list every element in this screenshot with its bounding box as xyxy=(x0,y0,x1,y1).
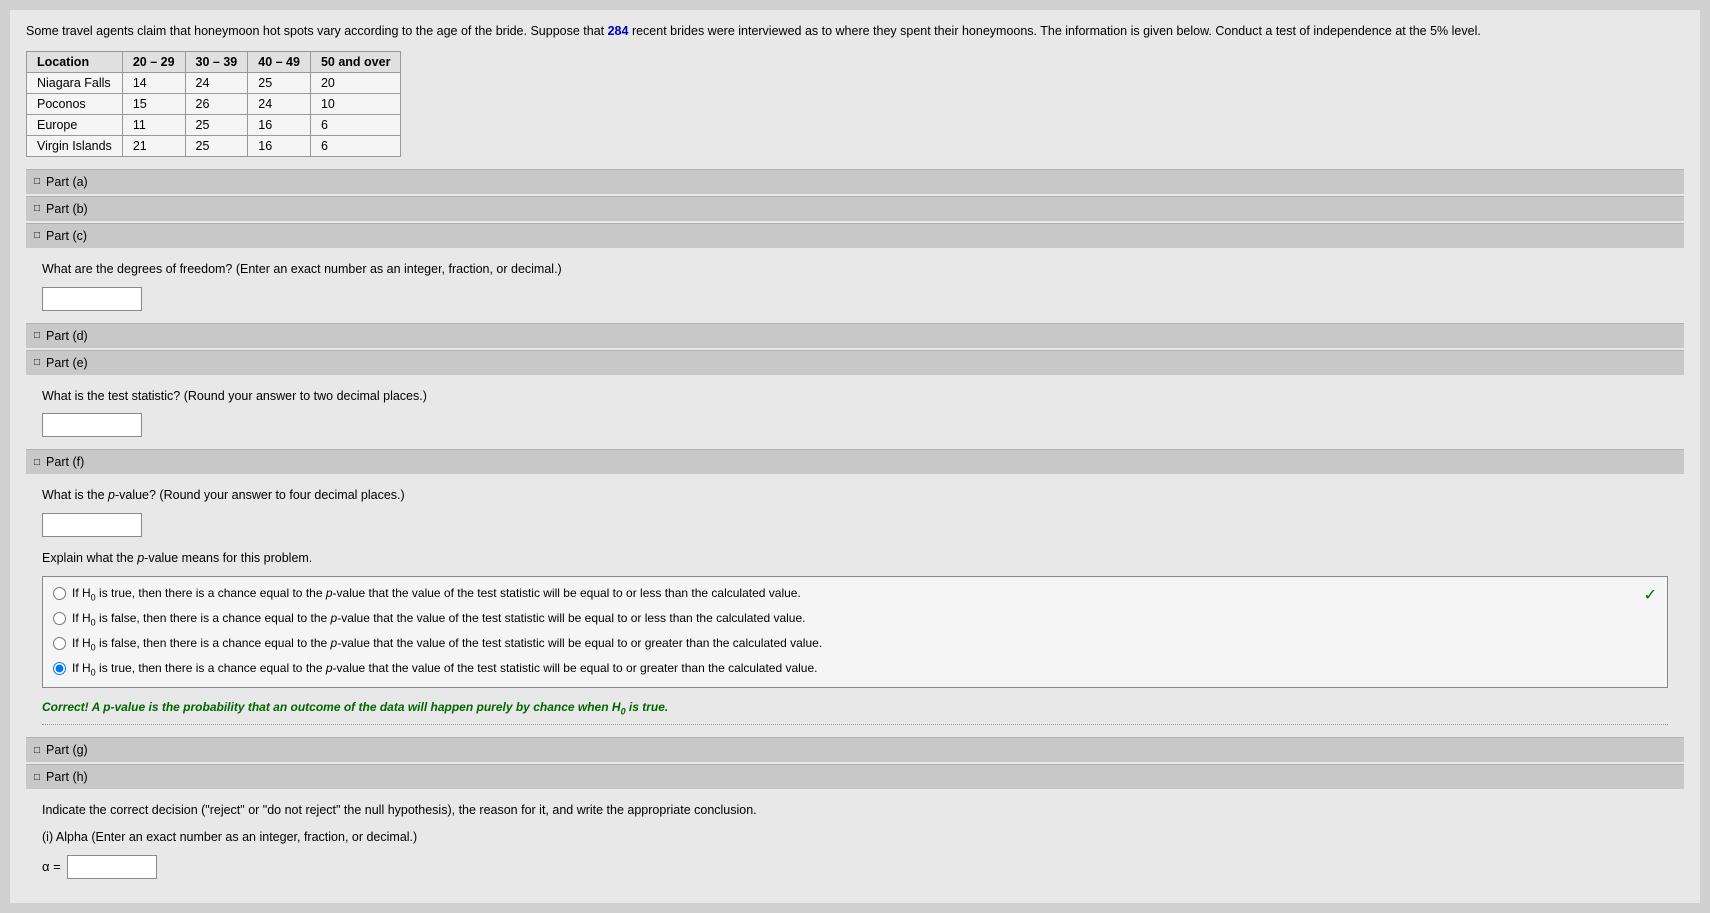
part-h-label: Part (h) xyxy=(46,770,88,784)
radio-label-3: If H0 is false, then there is a chance e… xyxy=(72,635,822,654)
radio-input-1[interactable] xyxy=(53,587,66,600)
table-cell-1-1: 15 xyxy=(122,93,185,114)
part-f-label: Part (f) xyxy=(46,455,84,469)
correct-feedback: Correct! A p-value is the probability th… xyxy=(42,696,1668,725)
part-e-question: What is the test statistic? (Round your … xyxy=(42,387,1668,406)
part-c-question: What are the degrees of freedom? (Enter … xyxy=(42,260,1668,279)
table-cell-1-0: Poconos xyxy=(27,93,123,114)
part-g-label: Part (g) xyxy=(46,743,88,757)
pvalue-italic2: p xyxy=(137,551,144,565)
table-cell-1-4: 10 xyxy=(310,93,400,114)
pvalue-input[interactable] xyxy=(42,513,142,537)
table-row: Niagara Falls14242520 xyxy=(27,72,401,93)
part-h-question: Indicate the correct decision ("reject" … xyxy=(42,801,1668,820)
part-c-label: Part (c) xyxy=(46,229,87,243)
col-header-50-over: 50 and over xyxy=(310,51,400,72)
part-f-question: What is the p-value? (Round your answer … xyxy=(42,486,1668,505)
table-cell-2-4: 6 xyxy=(310,114,400,135)
part-h-arrow: □ xyxy=(34,772,40,783)
radio-label-4: If H0 is true, then there is a chance eq… xyxy=(72,660,817,679)
radio-label-2: If H0 is false, then there is a chance e… xyxy=(72,610,805,629)
part-f-content: What is the p-value? (Round your answer … xyxy=(26,476,1684,737)
radio-option-2: If H0 is false, then there is a chance e… xyxy=(53,610,1657,629)
radio-input-2[interactable] xyxy=(53,612,66,625)
radio-group: ✓ If H0 is true, then there is a chance … xyxy=(42,576,1668,688)
table-cell-2-2: 25 xyxy=(185,114,248,135)
table-cell-3-0: Virgin Islands xyxy=(27,135,123,156)
alpha-label: α = xyxy=(42,859,61,874)
table-cell-2-1: 11 xyxy=(122,114,185,135)
table-cell-1-2: 26 xyxy=(185,93,248,114)
intro-before: Some travel agents claim that honeymoon … xyxy=(26,24,608,38)
part-f-sub-question: Explain what the p-value means for this … xyxy=(42,549,1668,568)
pvalue-italic: p xyxy=(108,488,115,502)
part-g-arrow: □ xyxy=(34,745,40,756)
part-d-arrow: □ xyxy=(34,330,40,341)
test-statistic-input[interactable] xyxy=(42,413,142,437)
table-cell-0-1: 14 xyxy=(122,72,185,93)
table-cell-3-1: 21 xyxy=(122,135,185,156)
part-g-section[interactable]: □ Part (g) xyxy=(26,737,1684,762)
degrees-of-freedom-input[interactable] xyxy=(42,287,142,311)
table-cell-1-3: 24 xyxy=(248,93,311,114)
radio-option-1: If H0 is true, then there is a chance eq… xyxy=(53,585,1644,604)
part-f-section[interactable]: □ Part (f) xyxy=(26,449,1684,474)
table-cell-0-4: 20 xyxy=(310,72,400,93)
part-b-section[interactable]: □ Part (b) xyxy=(26,196,1684,221)
part-c-section[interactable]: □ Part (c) xyxy=(26,223,1684,248)
part-h-section[interactable]: □ Part (h) xyxy=(26,764,1684,789)
main-container: Some travel agents claim that honeymoon … xyxy=(10,10,1700,903)
table-cell-3-2: 25 xyxy=(185,135,248,156)
part-e-arrow: □ xyxy=(34,357,40,368)
part-b-arrow: □ xyxy=(34,203,40,214)
part-h-content: Indicate the correct decision ("reject" … xyxy=(26,791,1684,891)
table-row: Europe1125166 xyxy=(27,114,401,135)
table-row: Virgin Islands2125166 xyxy=(27,135,401,156)
part-d-section[interactable]: □ Part (d) xyxy=(26,323,1684,348)
part-d-label: Part (d) xyxy=(46,329,88,343)
col-header-20-29: 20 – 29 xyxy=(122,51,185,72)
col-header-30-39: 30 – 39 xyxy=(185,51,248,72)
part-a-label: Part (a) xyxy=(46,175,88,189)
table-cell-0-2: 24 xyxy=(185,72,248,93)
part-c-content: What are the degrees of freedom? (Enter … xyxy=(26,250,1684,323)
table-cell-3-4: 6 xyxy=(310,135,400,156)
col-header-location: Location xyxy=(27,51,123,72)
table-cell-2-3: 16 xyxy=(248,114,311,135)
part-e-label: Part (e) xyxy=(46,356,88,370)
table-row: Poconos15262410 xyxy=(27,93,401,114)
intro-text: Some travel agents claim that honeymoon … xyxy=(26,22,1684,41)
part-e-content: What is the test statistic? (Round your … xyxy=(26,377,1684,450)
table-cell-3-3: 16 xyxy=(248,135,311,156)
data-table: Location 20 – 29 30 – 39 40 – 49 50 and … xyxy=(26,51,401,157)
part-a-arrow: □ xyxy=(34,176,40,187)
part-b-label: Part (b) xyxy=(46,202,88,216)
part-e-section[interactable]: □ Part (e) xyxy=(26,350,1684,375)
part-h-sub-question: (i) Alpha (Enter an exact number as an i… xyxy=(42,828,1668,847)
intro-after: recent brides were interviewed as to whe… xyxy=(628,24,1480,38)
highlight-number: 284 xyxy=(608,24,629,38)
part-c-arrow: □ xyxy=(34,230,40,241)
table-cell-0-0: Niagara Falls xyxy=(27,72,123,93)
alpha-input[interactable] xyxy=(67,855,157,879)
col-header-40-49: 40 – 49 xyxy=(248,51,311,72)
radio-option-4: If H0 is true, then there is a chance eq… xyxy=(53,660,1657,679)
table-cell-2-0: Europe xyxy=(27,114,123,135)
part-f-arrow: □ xyxy=(34,457,40,468)
checkmark-icon: ✓ xyxy=(1644,585,1657,605)
radio-input-3[interactable] xyxy=(53,637,66,650)
part-a-section[interactable]: □ Part (a) xyxy=(26,169,1684,194)
table-cell-0-3: 25 xyxy=(248,72,311,93)
radio-input-4[interactable] xyxy=(53,662,66,675)
radio-label-1: If H0 is true, then there is a chance eq… xyxy=(72,585,801,604)
radio-option-3: If H0 is false, then there is a chance e… xyxy=(53,635,1657,654)
